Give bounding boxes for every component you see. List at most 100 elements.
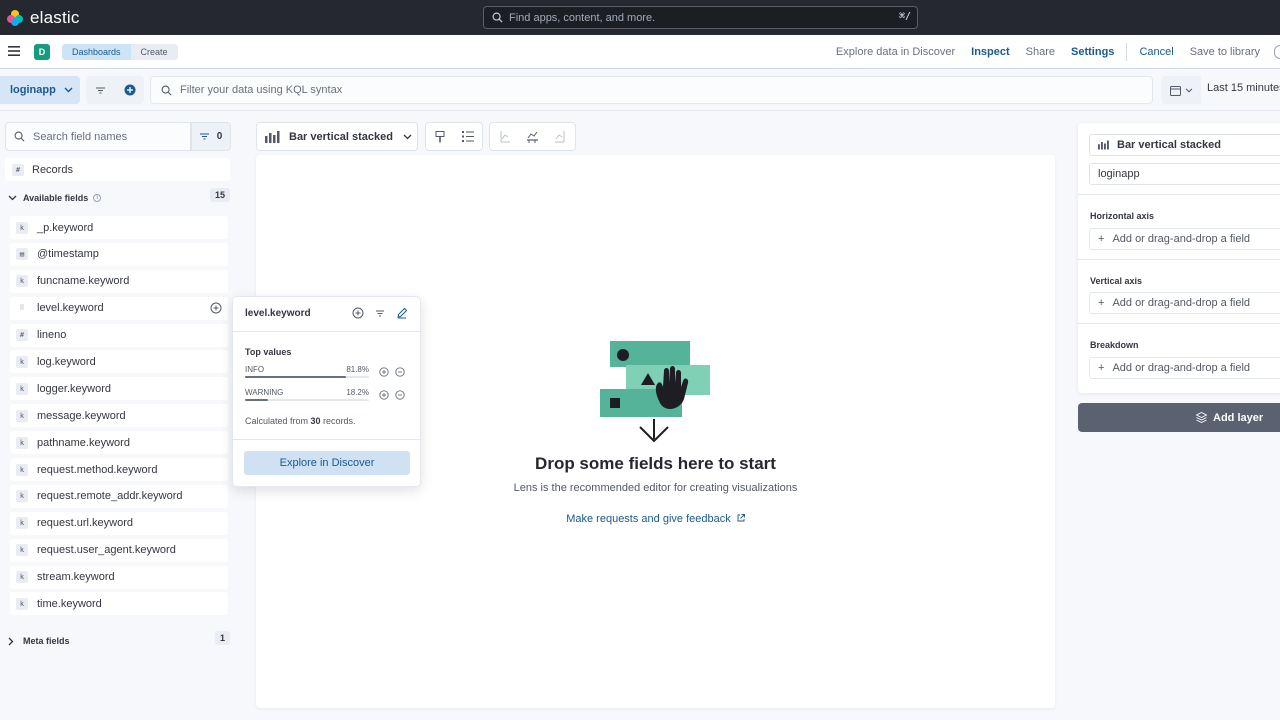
top-values-heading: Top values xyxy=(245,347,292,357)
field-item[interactable]: k request.method.keyword xyxy=(10,458,228,482)
chevron-down-icon xyxy=(1185,87,1192,93)
layer-dataview-picker[interactable]: loginapp xyxy=(1089,163,1280,185)
chart-options-toolbar xyxy=(425,122,483,151)
bar-chart-icon xyxy=(265,130,280,143)
calc-suffix: records. xyxy=(320,416,356,426)
filter-for-value-icon[interactable] xyxy=(379,390,389,400)
field-item[interactable]: k request.remote_addr.keyword xyxy=(10,484,228,508)
top-value-bar xyxy=(245,376,369,378)
drop-zone-illustration xyxy=(600,341,710,443)
filter-buttons xyxy=(86,76,144,104)
available-fields-toggle[interactable]: Available fields i 15 xyxy=(8,188,230,203)
filter-out-value-icon[interactable] xyxy=(395,367,405,377)
save-to-library-button[interactable]: Save to library xyxy=(1182,46,1268,58)
filter-for-value-icon[interactable] xyxy=(379,367,389,377)
drag-handle-icon[interactable]: ⠿ xyxy=(16,302,28,314)
available-fields-label: Available fields xyxy=(23,193,89,203)
records-field[interactable]: # Records xyxy=(5,158,230,181)
field-item-active[interactable]: ⠿ level.keyword xyxy=(10,296,228,320)
layers-icon xyxy=(1196,412,1207,423)
panel-divider xyxy=(1078,194,1280,195)
top-nav-menu: Explore data in Discover Inspect Share S… xyxy=(828,35,1280,69)
plus-circle-icon xyxy=(124,84,135,96)
pencil-icon[interactable] xyxy=(396,307,408,319)
feedback-link[interactable]: Make requests and give feedback xyxy=(256,513,1055,525)
right-axis-button[interactable] xyxy=(546,123,574,150)
field-item[interactable]: # lineno xyxy=(10,323,228,347)
elastic-logo[interactable]: elastic xyxy=(6,8,80,28)
bottom-axis-button[interactable] xyxy=(518,123,546,150)
chart-type-switcher[interactable]: Bar vertical stacked xyxy=(256,122,418,151)
field-name: lineno xyxy=(37,329,67,342)
date-quick-menu[interactable] xyxy=(1161,76,1201,104)
filter-icon[interactable] xyxy=(374,307,386,319)
horizontal-axis-drop-zone[interactable]: + Add or drag-and-drop a field xyxy=(1089,228,1280,250)
top-value-name: WARNING xyxy=(245,388,284,397)
layer-chart-type-button[interactable]: Bar vertical stacked xyxy=(1089,134,1280,156)
breadcrumb-dashboards[interactable]: Dashboards xyxy=(62,44,131,60)
field-item[interactable]: k time.keyword xyxy=(10,592,228,616)
field-item[interactable]: k message.keyword xyxy=(10,404,228,428)
field-item[interactable]: k funcname.keyword xyxy=(10,269,228,293)
cancel-button[interactable]: Cancel xyxy=(1131,46,1181,58)
space-avatar[interactable]: D xyxy=(34,44,50,60)
field-item[interactable]: k pathname.keyword xyxy=(10,431,228,455)
field-item[interactable]: k log.keyword xyxy=(10,350,228,374)
nav-divider xyxy=(1126,43,1128,61)
field-item[interactable]: k _p.keyword xyxy=(10,216,228,239)
chevron-right-icon xyxy=(8,637,14,645)
top-value-percent: 18.2% xyxy=(346,388,369,397)
filter-icon xyxy=(199,133,209,140)
field-item[interactable]: k stream.keyword xyxy=(10,565,228,589)
share-button[interactable]: Share xyxy=(1018,46,1063,58)
keyword-token-icon: k xyxy=(16,221,28,234)
dataview-picker[interactable]: loginapp xyxy=(0,76,80,104)
time-range-label[interactable]: Last 15 minutes xyxy=(1207,82,1280,94)
keyword-token-icon: k xyxy=(16,463,28,476)
menu-icon[interactable] xyxy=(8,46,20,56)
vertical-axis-label: Vertical axis xyxy=(1090,276,1143,286)
inspect-button[interactable]: Inspect xyxy=(963,46,1018,58)
kql-query-input[interactable]: Filter your data using KQL syntax xyxy=(150,76,1153,104)
keyword-token-icon: k xyxy=(16,275,28,288)
breadcrumb-create: Create xyxy=(130,44,178,60)
save-icon[interactable] xyxy=(1274,45,1280,59)
filter-out-value-icon[interactable] xyxy=(395,390,405,400)
add-layer-button[interactable]: Add layer xyxy=(1078,403,1280,432)
add-field-label: Add or drag-and-drop a field xyxy=(1112,362,1251,374)
meta-fields-label: Meta fields xyxy=(23,636,70,646)
breakdown-drop-zone[interactable]: + Add or drag-and-drop a field xyxy=(1089,357,1280,379)
calc-count: 30 xyxy=(310,416,321,426)
settings-button[interactable]: Settings xyxy=(1063,46,1122,58)
field-type-filter-button[interactable]: 0 xyxy=(191,122,231,151)
search-icon xyxy=(14,131,25,142)
field-name: _p.keyword xyxy=(37,221,94,234)
filter-menu-button[interactable] xyxy=(86,76,115,104)
axis-bottom-icon xyxy=(527,131,538,143)
field-item[interactable]: k request.user_agent.keyword xyxy=(10,538,228,562)
field-item[interactable]: ▤ @timestamp xyxy=(10,242,228,266)
global-search-input[interactable]: Find apps, content, and more. ⌘/ xyxy=(483,6,918,29)
legend-options-button[interactable] xyxy=(454,123,482,150)
axis-options-toolbar xyxy=(489,122,576,151)
add-field-icon[interactable] xyxy=(210,302,222,314)
field-name: time.keyword xyxy=(37,597,102,610)
plus-icon: + xyxy=(1098,297,1105,309)
field-item[interactable]: k request.url.keyword xyxy=(10,511,228,535)
info-icon[interactable]: i xyxy=(93,194,102,202)
chevron-down-icon xyxy=(64,87,73,93)
add-filter-button[interactable] xyxy=(115,76,144,104)
layer-chart-type-label: Bar vertical stacked xyxy=(1117,139,1221,151)
available-fields-list: k _p.keyword ▤ @timestamp k funcname.keywor… xyxy=(10,216,228,619)
visual-options-button[interactable] xyxy=(426,123,454,150)
left-axis-button[interactable] xyxy=(490,123,518,150)
explore-in-discover-button[interactable]: Explore in Discover xyxy=(244,451,410,475)
add-to-workspace-icon[interactable] xyxy=(352,307,364,319)
explore-discover-link[interactable]: Explore data in Discover xyxy=(828,46,963,58)
top-value-bar xyxy=(245,399,369,401)
meta-fields-toggle[interactable]: Meta fields 1 xyxy=(8,631,230,646)
horizontal-axis-label: Horizontal axis xyxy=(1090,211,1155,221)
vertical-axis-drop-zone[interactable]: + Add or drag-and-drop a field xyxy=(1089,292,1280,314)
field-search-input[interactable]: Search field names xyxy=(5,122,191,151)
field-item[interactable]: k logger.keyword xyxy=(10,377,228,401)
